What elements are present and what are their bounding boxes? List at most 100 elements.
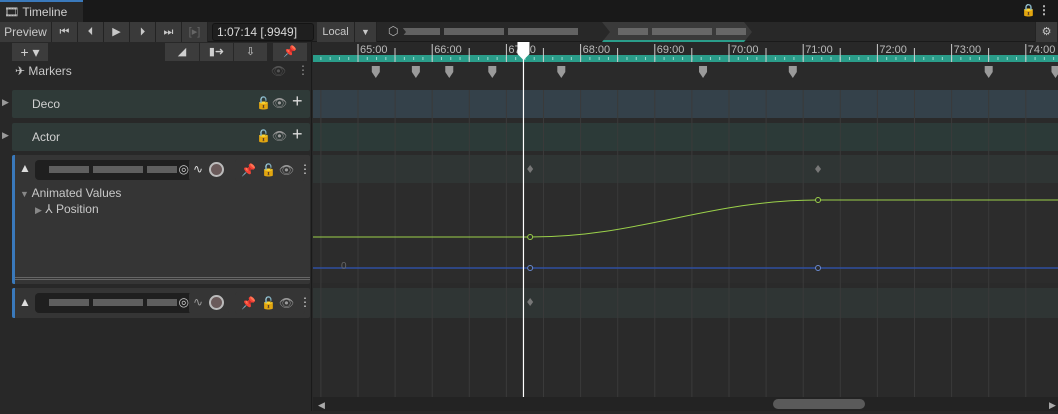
bound-object-field[interactable]: ◎ xyxy=(35,160,193,180)
kebab-icon[interactable]: ⋮ xyxy=(299,295,311,309)
ruler-label: 69:00 xyxy=(657,44,685,56)
eye-icon[interactable]: 👁 xyxy=(272,129,287,143)
horizontal-scrollbar[interactable] xyxy=(313,397,1058,411)
eye-icon[interactable]: 👁 xyxy=(279,296,294,310)
expand-arrow-icon[interactable]: ▶ xyxy=(2,130,9,141)
track-options-group: 📌 🔓 👁 xyxy=(235,292,305,314)
gear-icon[interactable]: ⚙ xyxy=(1035,22,1058,42)
go-to-start-button[interactable]: ⏮ xyxy=(52,22,78,42)
chevron-down-icon[interactable]: ▼ xyxy=(355,22,377,42)
keyframe[interactable] xyxy=(527,234,534,240)
ruler-label: 72:00 xyxy=(879,44,907,56)
actor-lane xyxy=(313,123,1058,151)
marker[interactable] xyxy=(984,66,993,78)
eye-icon[interactable]: 👁 xyxy=(279,163,294,177)
play-button[interactable]: ▶ xyxy=(104,22,130,42)
marker[interactable] xyxy=(699,66,708,78)
curves-record-group: ∿ xyxy=(189,159,229,181)
animation-track-icon: ▲ xyxy=(19,295,31,309)
clip-edit-mode-button[interactable]: ◢ xyxy=(165,43,199,61)
kebab-icon[interactable]: ⋮ xyxy=(299,162,311,176)
timeline-tab[interactable]: 🎞 Timeline xyxy=(0,0,83,22)
ruler-band[interactable] xyxy=(313,55,1058,62)
ruler-label: 70:00 xyxy=(731,44,759,56)
track-options-group: 📌 🔓 👁 xyxy=(235,159,305,181)
cube-icon: ⬡ xyxy=(388,24,399,38)
ripple-mode-button[interactable]: ▮➜ xyxy=(200,43,233,61)
animation-track[interactable]: ▲ ◎ ∿ 📌 🔓 👁 ⋮ ▼ Animated Values ▶ ⅄ Positi… xyxy=(12,155,311,284)
ruler-label: 66:00 xyxy=(434,44,462,56)
breadcrumb-current[interactable] xyxy=(602,22,752,42)
eye-icon[interactable]: 👁 xyxy=(272,96,287,110)
record-button[interactable] xyxy=(209,162,224,177)
lock-icon[interactable]: 🔓 xyxy=(261,296,276,310)
add-icon[interactable]: + xyxy=(292,91,303,112)
collapse-arrow-icon[interactable]: ▼ xyxy=(20,189,29,199)
keyframe[interactable] xyxy=(815,197,822,203)
timeline-svg: 65:0066:0067:0068:0069:0070:0071:0072:00… xyxy=(283,42,1058,411)
transform-icon: ⅄ xyxy=(45,202,53,216)
add-track-button[interactable]: + ▾ xyxy=(12,43,48,61)
curves-icon[interactable]: ∿ xyxy=(193,162,203,176)
animation-track-2[interactable]: ▲ ◎ ∿ 📌 🔓 👁 ⋮ xyxy=(12,288,311,318)
play-range-button[interactable]: [▸] xyxy=(182,22,208,42)
time-space-dropdown[interactable]: Local xyxy=(317,22,355,42)
scroll-left-arrow[interactable]: ◀ xyxy=(318,400,325,410)
keyframe[interactable] xyxy=(527,265,534,271)
marker-pin-icon: ✈ xyxy=(15,64,26,78)
zero-label: 0 xyxy=(341,261,347,272)
kebab-icon[interactable]: ⋮ xyxy=(297,63,309,77)
lock-icon[interactable]: 🔓 xyxy=(256,96,271,110)
marker[interactable] xyxy=(788,66,797,78)
add-icon[interactable]: + xyxy=(292,124,303,145)
scroll-right-arrow[interactable]: ▶ xyxy=(1049,400,1056,410)
marker[interactable] xyxy=(557,66,566,78)
pin-icon[interactable]: 📌 xyxy=(241,163,256,177)
scrollbar-thumb[interactable] xyxy=(773,399,865,409)
anim-clip-lane xyxy=(313,155,1058,183)
marker[interactable] xyxy=(445,66,454,78)
track-deco[interactable]: Deco 🔓 👁 + xyxy=(12,90,310,118)
record-button[interactable] xyxy=(209,295,224,310)
marker[interactable] xyxy=(371,66,380,78)
timeline-area[interactable]: 65:0066:0067:0068:0069:0070:0071:0072:00… xyxy=(283,42,1058,411)
preview-button[interactable]: Preview xyxy=(0,22,52,42)
marker[interactable] xyxy=(488,66,497,78)
expand-arrow-icon[interactable]: ▶ xyxy=(35,205,42,215)
track-label: Actor xyxy=(32,130,61,144)
previous-frame-button[interactable]: ⏴ xyxy=(78,22,104,42)
breadcrumb-item[interactable] xyxy=(398,22,616,42)
marker[interactable] xyxy=(1051,66,1058,78)
go-to-end-button[interactable]: ⏭ xyxy=(156,22,182,42)
resize-handle[interactable] xyxy=(15,277,310,280)
snap-pin-button[interactable]: 📌 xyxy=(273,43,307,61)
curves-icon[interactable]: ∿ xyxy=(193,295,203,309)
track-label: Deco xyxy=(32,97,61,111)
bound-object-field[interactable]: ◎ xyxy=(35,293,193,313)
marker[interactable] xyxy=(411,66,420,78)
markers-header[interactable]: ✈ Markers xyxy=(15,64,72,78)
ruler-label: 73:00 xyxy=(954,44,982,56)
window-title: Timeline xyxy=(22,5,68,19)
ruler-label: 71:00 xyxy=(805,44,833,56)
eye-icon[interactable]: 👁 xyxy=(271,64,286,78)
position-property[interactable]: Position xyxy=(56,202,99,216)
replace-mode-button[interactable]: ⇩ xyxy=(234,43,267,61)
keyframe[interactable] xyxy=(815,265,822,271)
ruler-label: 68:00 xyxy=(583,44,611,56)
lock-icon[interactable]: 🔓 xyxy=(261,163,276,177)
lock-icon[interactable]: 🔒 xyxy=(1021,3,1036,17)
ruler-label: 65:00 xyxy=(360,44,388,56)
animated-values-label: Animated Values xyxy=(31,186,122,200)
toolbar: Preview ⏮ ⏴ ▶ ⏵ ⏭ [▸] 1:07:14 [.9949] Lo… xyxy=(0,22,1058,42)
next-frame-button[interactable]: ⏵ xyxy=(130,22,156,42)
expand-arrow-icon[interactable]: ▶ xyxy=(2,97,9,108)
anim-clip-lane-2 xyxy=(313,288,1058,318)
time-field[interactable]: 1:07:14 [.9949] xyxy=(212,23,314,41)
lock-icon[interactable]: 🔓 xyxy=(256,129,271,143)
kebab-icon[interactable]: ⋮ xyxy=(1038,3,1050,17)
title-bar xyxy=(0,0,1058,22)
film-icon: 🎞 xyxy=(4,5,20,19)
pin-icon[interactable]: 📌 xyxy=(241,296,256,310)
track-actor[interactable]: Actor 🔓 👁 + xyxy=(12,123,310,151)
